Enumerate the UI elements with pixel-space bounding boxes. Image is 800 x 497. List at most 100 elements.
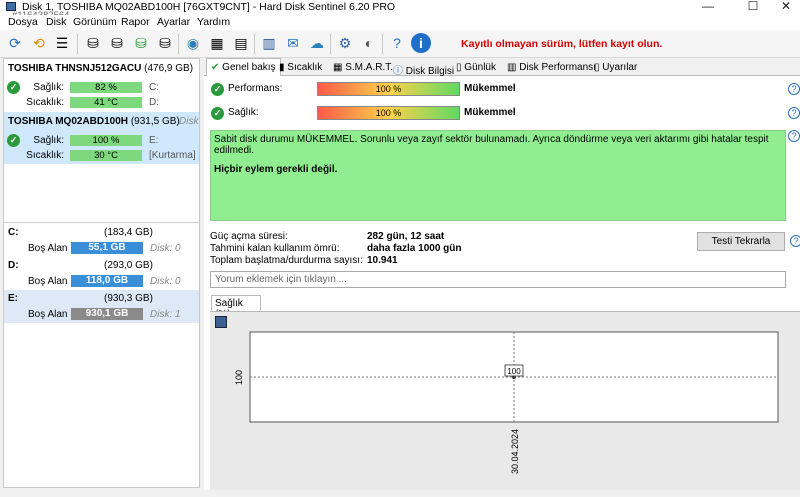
globe-icon[interactable]: ◉ (183, 33, 203, 53)
health-row: ✓ Sağlık: 100 % Mükemmel ? (204, 104, 800, 122)
settings-icon[interactable]: ⚙ (335, 33, 355, 53)
info-icon[interactable]: i (411, 33, 431, 53)
volume-size: (293,0 GB) (104, 260, 153, 271)
email-icon[interactable]: ✉ (283, 33, 303, 53)
lifetime-label: Tahmini kalan kullanım ömrü: (210, 243, 340, 254)
divider (4, 222, 199, 223)
action-message: Hiçbir eylem gerekli değil. (214, 164, 338, 175)
cloud-icon[interactable]: ☁ (307, 33, 327, 53)
menu-help[interactable]: Yardım (197, 16, 230, 28)
power-on-label: Güç açma süresi: (210, 231, 288, 242)
status-message-box: Sabit disk durumu MÜKEMMEL. Sorunlu veya… (210, 130, 786, 221)
health-bar: 82 % (70, 82, 142, 93)
help-icon[interactable]: ? (788, 83, 800, 95)
audio-icon[interactable]: ◐ (359, 33, 379, 53)
close-button[interactable]: ✕ (766, 0, 800, 14)
tab-log[interactable]: ▯ Günlük (451, 60, 501, 76)
drive-letter: D: (149, 97, 159, 108)
overview-content: ✓ Performans: 100 % Mükemmel ? ✓ Sağlık:… (204, 76, 800, 496)
data-label: 100 (507, 367, 521, 376)
performance-row: ✓ Performans: 100 % Mükemmel ? (204, 80, 800, 98)
title-bar: Disk 1, TOSHIBA MQ02ABD100H [76GXT9CNT] … (0, 0, 800, 21)
help-icon[interactable]: ? (387, 33, 407, 53)
health-bar: 100 % (317, 106, 460, 120)
check-icon: ✔ (211, 62, 220, 73)
disk-item-1[interactable]: TOSHIBA MQ02ABD100H (931,5 GB) Disk: ✓ S… (4, 112, 199, 164)
tab-disk-performance[interactable]: ▥ Disk Performansı (502, 60, 601, 76)
free-space-bar: 930,1 GB (71, 308, 143, 320)
start-stop-value: 10.941 (367, 255, 398, 266)
toolbar-separator (77, 34, 78, 54)
health-bar: 100 % (70, 135, 142, 146)
performance-status: Mükemmel (464, 83, 516, 94)
menu-report[interactable]: Rapor (121, 16, 150, 28)
network-disk-icon[interactable]: ▦ (207, 33, 227, 53)
check-icon: ✓ (211, 83, 224, 96)
toolbar-separator (178, 34, 179, 54)
help-icon[interactable]: ? (788, 107, 800, 119)
health-label: Sağlık: (33, 135, 64, 146)
thermometer-icon: ▮ (279, 62, 285, 73)
volume-disk: Disk: 0 (150, 276, 181, 287)
menu-file[interactable]: Dosya (8, 16, 38, 28)
performance-label: Performans: (228, 83, 283, 94)
free-space-bar: 55,1 GB (71, 242, 143, 254)
menu-disk[interactable]: Disk (46, 16, 66, 28)
tab-health-chart[interactable]: Sağlık (%) (211, 295, 261, 320)
lifetime-value: daha fazla 1000 gün (367, 243, 462, 254)
temp-bar: 41 °C (70, 97, 142, 108)
toolbar-separator (382, 34, 383, 54)
chart-icon: ▥ (507, 62, 517, 73)
drive-letter: [Kurtarma] (149, 150, 196, 161)
window-title: Disk 1, TOSHIBA MQ02ABD100H [76GXT9CNT] … (22, 1, 396, 13)
tab-overview[interactable]: ✔ Genel bakış (206, 58, 281, 77)
disk-name: TOSHIBA THNSNJ512GACU (476,9 GB) (8, 63, 194, 74)
volume-letter: C: (8, 227, 19, 238)
toolbar-separator (330, 34, 331, 54)
disk-label: Disk: (179, 116, 199, 127)
toolbar: ⟳ ⟲ ☰ ⛁ ⛁ ⛁ ⛁ ◉ ▦ ▤ ▥ ✉ ☁ ⚙ ◐ ? i Kayıtl… (0, 30, 800, 58)
volume-size: (183,4 GB) (104, 227, 153, 238)
usb-disk-icon[interactable]: ▤ (231, 33, 251, 53)
y-tick-label: 100 (234, 370, 244, 385)
disk-timer-icon[interactable]: ⛁ (107, 33, 127, 53)
disk-list-icon[interactable]: ☰ (52, 33, 72, 53)
status-message: Sabit disk durumu MÜKEMMEL. Sorunlu veya… (214, 134, 769, 156)
disk-test-icon[interactable]: ⛁ (155, 33, 175, 53)
disk-ok-icon[interactable]: ⛁ (131, 33, 151, 53)
help-icon[interactable]: ? (788, 130, 800, 142)
help-icon[interactable]: ? (790, 235, 800, 247)
disk-check-icon[interactable]: ⛁ (83, 33, 103, 53)
health-chart: 100 30.04.2024 100 (234, 331, 779, 474)
refresh-icon[interactable]: ⟳ (5, 33, 25, 53)
volume-letter: E: (8, 293, 18, 304)
refresh-all-icon[interactable]: ⟲ (29, 33, 49, 53)
disk-item-0[interactable]: TOSHIBA THNSNJ512GACU (476,9 GB) ✓ Sağlı… (4, 59, 199, 111)
health-label: Sağlık: (33, 82, 64, 93)
unregistered-notice[interactable]: Kayıtlı olmayan sürüm, lütfen kayıt olun… (461, 38, 662, 50)
tab-disk-info[interactable]: ⓘ Disk Bilgisi (388, 60, 459, 77)
health-label: Sağlık: (228, 107, 259, 118)
report-icon[interactable]: ▥ (259, 33, 279, 53)
minimize-button[interactable]: — (688, 0, 728, 14)
tab-temperature[interactable]: ▮ Sıcaklık (274, 60, 327, 76)
power-on-value: 282 gün, 12 saat (367, 231, 445, 242)
health-status: Mükemmel (464, 107, 516, 118)
repeat-test-button[interactable]: Testi Tekrarla (697, 232, 785, 251)
free-space-label: Boş Alan (28, 243, 68, 254)
volume-item-c[interactable]: C: (183,4 GB) Boş Alan 55,1 GB Disk: 0 (4, 224, 199, 257)
volume-size: (930,3 GB) (104, 293, 153, 304)
menu-settings[interactable]: Ayarlar (157, 16, 190, 28)
performance-bar: 100 % (317, 82, 460, 96)
volume-item-e[interactable]: E: (930,3 GB) Boş Alan 930,1 GB Disk: 1 (4, 290, 199, 323)
check-icon: ✓ (211, 107, 224, 120)
volume-letter: D: (8, 260, 19, 271)
volume-item-d[interactable]: D: (293,0 GB) Boş Alan 118,0 GB Disk: 0 (4, 257, 199, 290)
disk-list-panel: TOSHIBA THNSNJ512GACU (476,9 GB) ✓ Sağlı… (3, 58, 200, 488)
tab-alerts[interactable]: ▯ Uyarılar (589, 60, 642, 76)
menu-view[interactable]: Görünüm (73, 16, 117, 28)
health-chart-frame: 100 30.04.2024 100 (210, 311, 800, 496)
volume-disk: Disk: 0 (150, 243, 181, 254)
comment-input[interactable]: Yorum eklemek için tıklayın ... (210, 271, 786, 288)
disk-name: TOSHIBA MQ02ABD100H (931,5 GB) (8, 116, 180, 127)
